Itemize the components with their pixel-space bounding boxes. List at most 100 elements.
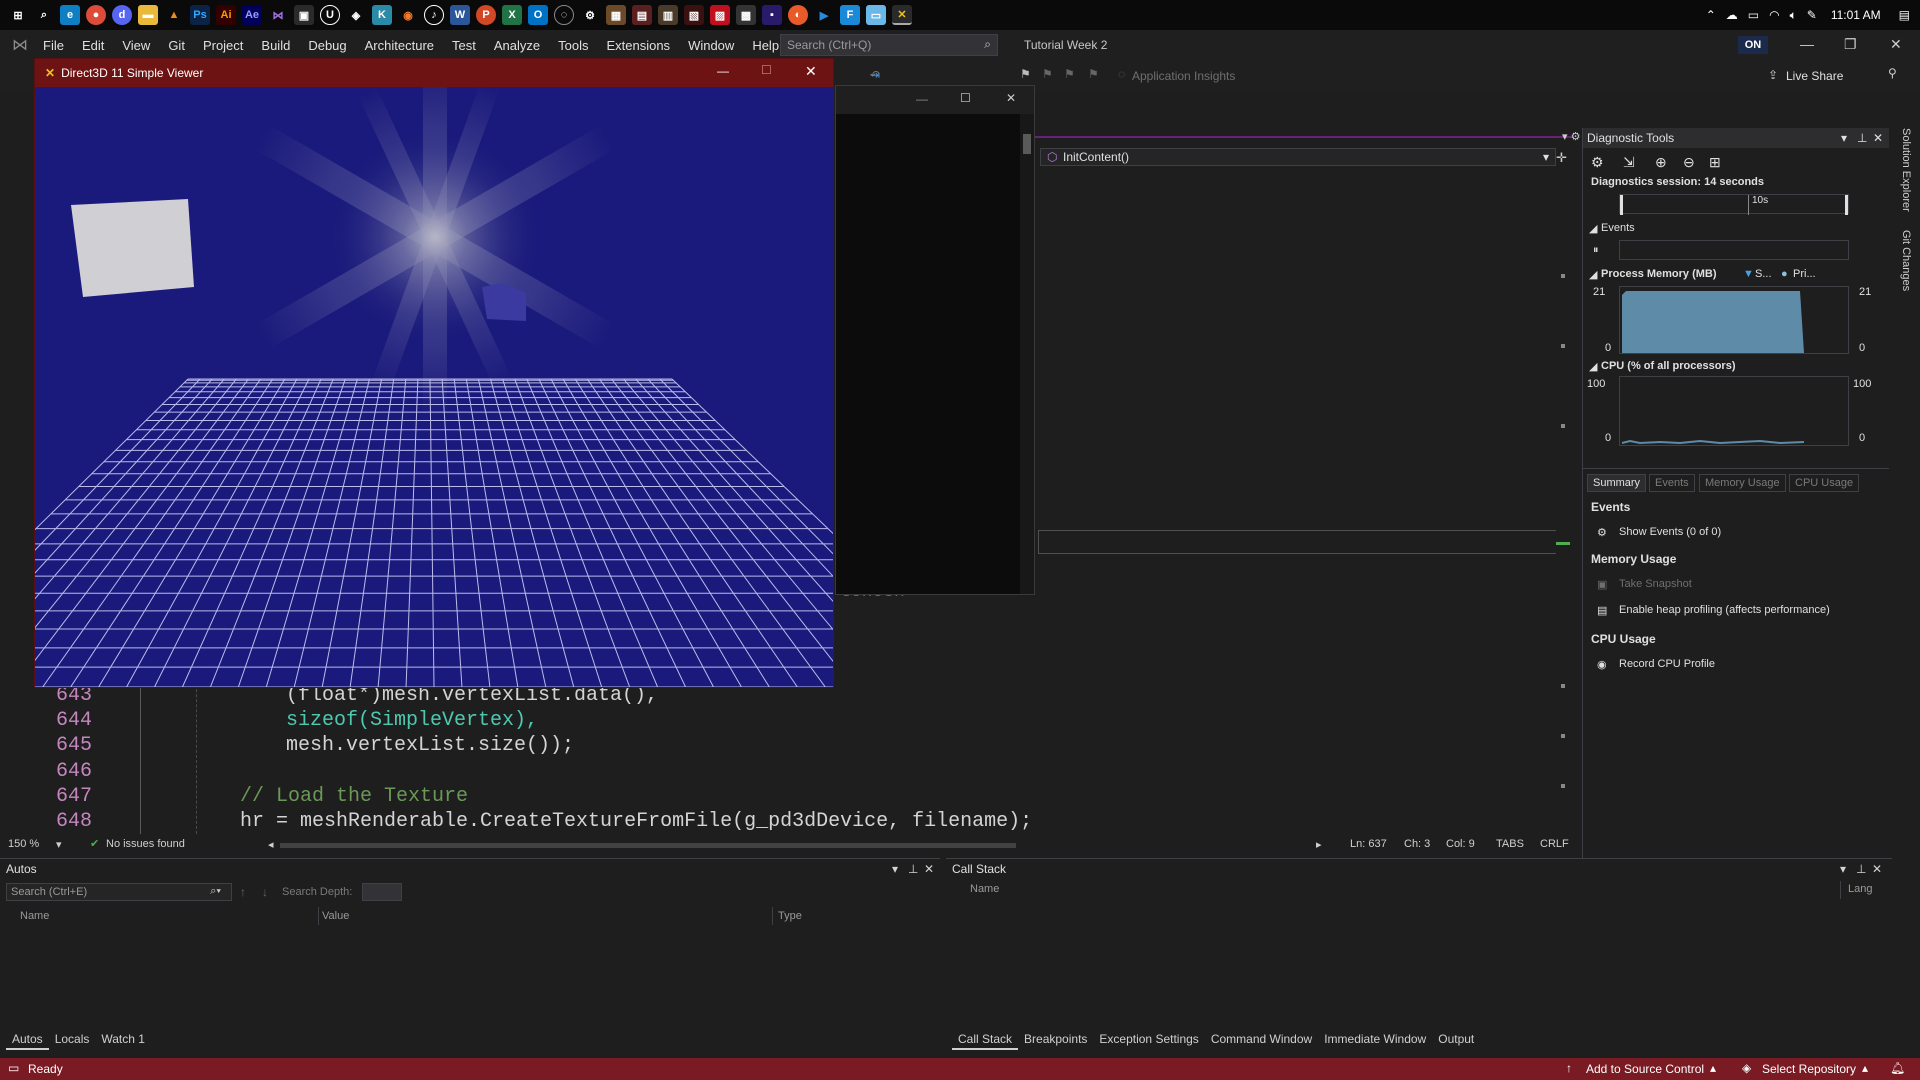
windows-start-icon[interactable]: ⊞ (8, 5, 28, 25)
code-line[interactable]: mesh.vertexList.size()); (286, 734, 574, 757)
dropdown-icon[interactable]: ▾ (1840, 862, 1846, 876)
menu-test[interactable]: Test (443, 38, 485, 53)
tab-watch-1[interactable]: Watch 1 (95, 1030, 151, 1050)
zoom-in-icon[interactable]: ⊕ (1655, 154, 1667, 171)
render-viewport[interactable] (35, 87, 833, 687)
menu-project[interactable]: Project (194, 38, 252, 53)
tab-immediate-window[interactable]: Immediate Window (1318, 1030, 1432, 1050)
illustrator-icon[interactable]: Ai (216, 5, 236, 25)
cloud-icon[interactable]: ☁ (1726, 8, 1738, 22)
arrow-up-icon[interactable]: ↑ (240, 885, 246, 899)
menu-tools[interactable]: Tools (549, 38, 597, 53)
close-icon[interactable]: ✕ (1006, 91, 1016, 105)
bookmark-icon[interactable]: ⚑ (1064, 67, 1075, 81)
unreal-icon[interactable]: U (320, 5, 340, 25)
tab-summary[interactable]: Summary (1587, 474, 1647, 492)
console-window[interactable]: — ☐ ✕ (835, 85, 1035, 595)
tab-events[interactable]: Events (1649, 474, 1695, 492)
notification-icon[interactable]: ▤ (1899, 8, 1910, 22)
bookmark-icon[interactable]: ⚑ (1042, 67, 1053, 81)
minimize-icon[interactable]: — (717, 64, 729, 78)
word-icon[interactable]: W (450, 5, 470, 25)
bookmark-icon[interactable]: ⚑ (1020, 67, 1031, 81)
take-snapshot-button[interactable]: Take Snapshot (1619, 578, 1692, 590)
close-icon[interactable]: ✕ (805, 63, 817, 80)
menu-analyze[interactable]: Analyze (485, 38, 549, 53)
issues-status[interactable]: No issues found (106, 838, 185, 850)
menu-view[interactable]: View (113, 38, 159, 53)
minimize-icon[interactable]: — (916, 92, 928, 106)
code-line[interactable]: sizeof(SimpleVertex), (286, 709, 538, 732)
menu-file[interactable]: File (34, 38, 73, 53)
tab-call-stack[interactable]: Call Stack (952, 1030, 1019, 1050)
app-icon[interactable]: K (372, 5, 392, 25)
live-share-button[interactable]: Live Share (1786, 69, 1843, 83)
app-icon[interactable]: ▤ (632, 5, 652, 25)
app-icon[interactable]: ▪ (762, 5, 782, 25)
app-icon[interactable]: ▣ (294, 5, 314, 25)
blender-icon[interactable]: ◉ (398, 5, 418, 25)
bookmark-icon[interactable]: ⚑ (1088, 67, 1099, 81)
step-icon[interactable]: ⇥ (870, 68, 880, 82)
autos-scrollbar[interactable] (926, 907, 938, 1029)
record-cpu-profile-button[interactable]: Record CPU Profile (1619, 658, 1715, 670)
tab-output[interactable]: Output (1432, 1030, 1480, 1050)
after-effects-icon[interactable]: Ae (242, 5, 262, 25)
app-icon[interactable]: ▥ (658, 5, 678, 25)
tab-command-window[interactable]: Command Window (1205, 1030, 1318, 1050)
vs-debug-app-icon[interactable]: ✕ (892, 5, 912, 25)
clock-text[interactable]: 11:01 AM (1831, 8, 1881, 22)
col-indicator[interactable]: Col: 9 (1446, 838, 1475, 850)
column-value[interactable]: Value (322, 910, 349, 922)
column-name[interactable]: Name (970, 883, 999, 895)
close-icon[interactable]: ✕ (924, 862, 934, 876)
excel-icon[interactable]: X (502, 5, 522, 25)
tab-locals[interactable]: Locals (49, 1030, 96, 1050)
dropdown-icon[interactable]: ▾ (892, 862, 898, 876)
chevron-up-icon[interactable]: ⌃ (1706, 8, 1716, 22)
d3d-viewer-window[interactable]: ✕ Direct3D 11 Simple Viewer — ☐ ✕ (34, 58, 834, 688)
events-track[interactable] (1619, 240, 1849, 260)
split-icon[interactable]: ✛ (1556, 150, 1567, 166)
minecraft-icon[interactable]: ▦ (606, 5, 626, 25)
autos-search-input[interactable]: Search (Ctrl+E) ⌕▾ (6, 883, 232, 901)
minimize-icon[interactable]: — (1800, 36, 1814, 52)
outlook-icon[interactable]: O (528, 5, 548, 25)
heap-profiling-toggle[interactable]: Enable heap profiling (affects performan… (1619, 604, 1830, 616)
member-dropdown[interactable]: ⬡ InitContent() ▾ (1040, 148, 1556, 166)
column-language[interactable]: Lang (1848, 883, 1872, 895)
edge-icon[interactable]: e (60, 5, 80, 25)
tabs-indicator[interactable]: TABS (1496, 838, 1524, 850)
column-name[interactable]: Name (20, 910, 49, 922)
scroll-right-icon[interactable]: ▸ (1316, 838, 1322, 851)
tab-exception-settings[interactable]: Exception Settings (1093, 1030, 1204, 1050)
arrow-down-icon[interactable]: ↓ (262, 885, 268, 899)
powerpoint-icon[interactable]: P (476, 5, 496, 25)
search-input[interactable]: Search (Ctrl+Q) ⌕ (780, 34, 998, 56)
tab-cpu-usage[interactable]: CPU Usage (1789, 474, 1860, 492)
menu-architecture[interactable]: Architecture (356, 38, 443, 53)
pen-icon[interactable]: ✎ (1807, 8, 1817, 22)
app-icon[interactable]: ▧ (684, 5, 704, 25)
select-repository-button[interactable]: Select Repository (1762, 1062, 1856, 1076)
zoom-level[interactable]: 150 % (8, 838, 39, 850)
visual-studio-icon[interactable]: ⋈ (268, 5, 288, 25)
memory-graph[interactable] (1619, 286, 1849, 354)
panel-dropdown-icon[interactable]: ▾ ⚙ (1562, 130, 1580, 143)
menu-extensions[interactable]: Extensions (597, 38, 679, 53)
tab-memory-usage[interactable]: Memory Usage (1699, 474, 1786, 492)
menu-git[interactable]: Git (159, 38, 194, 53)
app-icon[interactable]: ◐ (788, 5, 808, 25)
column-type[interactable]: Type (778, 910, 802, 922)
notepad-icon[interactable]: ▭ (866, 5, 886, 25)
menu-debug[interactable]: Debug (299, 38, 355, 53)
app-icon[interactable]: ▨ (710, 5, 730, 25)
pin-icon[interactable]: ⊥ (908, 862, 918, 876)
search-depth-select[interactable] (362, 883, 402, 901)
menu-build[interactable]: Build (252, 38, 299, 53)
expand-icon[interactable]: ◢ (1589, 360, 1597, 373)
chrome-icon[interactable]: ● (86, 5, 106, 25)
pin-icon[interactable]: ⊥ (1857, 131, 1867, 145)
expand-icon[interactable]: ◢ (1589, 222, 1597, 235)
app-icon[interactable]: ⚙ (580, 5, 600, 25)
